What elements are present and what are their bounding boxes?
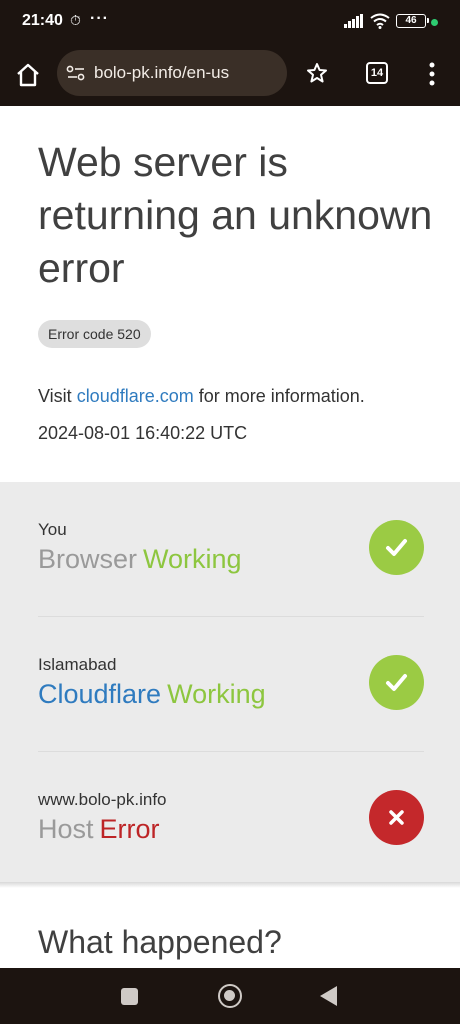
info-text: Visit cloudflare.com for more informatio… bbox=[38, 386, 365, 407]
row-title: Cloudflare Working bbox=[38, 679, 266, 710]
overflow-menu-icon[interactable] bbox=[425, 61, 439, 87]
row-status: Working bbox=[167, 679, 266, 709]
privacy-dot-icon bbox=[431, 19, 438, 26]
row-title: Host Error bbox=[38, 814, 160, 845]
tabs-icon[interactable]: 14 bbox=[366, 62, 388, 84]
status-bar: 21:40 ⏱ ··· 46 bbox=[0, 0, 460, 44]
signal-icon bbox=[344, 14, 363, 28]
info-suffix: for more information. bbox=[193, 386, 365, 406]
row-status: Working bbox=[143, 544, 242, 574]
timer-icon: ⏱ bbox=[70, 12, 81, 28]
system-nav-bar bbox=[0, 968, 460, 1024]
back-icon[interactable] bbox=[320, 986, 337, 1006]
home-icon[interactable] bbox=[14, 61, 42, 89]
cloudflare-link[interactable]: cloudflare.com bbox=[77, 386, 194, 406]
wifi-icon bbox=[370, 13, 390, 29]
row-location: www.bolo-pk.info bbox=[38, 790, 167, 809]
status-row-browser: You Browser Working bbox=[38, 482, 424, 617]
clock: 21:40 bbox=[22, 12, 63, 29]
address-bar[interactable]: bolo-pk.info/en-us bbox=[57, 50, 287, 96]
info-prefix: Visit bbox=[38, 386, 77, 406]
row-name: Cloudflare bbox=[38, 679, 162, 709]
page-title: Web server is returning an unknown error bbox=[38, 139, 433, 291]
status-row-cloudflare: Islamabad Cloudflare Working bbox=[38, 617, 424, 752]
row-location: You bbox=[38, 520, 67, 539]
browser-toolbar: bolo-pk.info/en-us 14 bbox=[0, 44, 460, 106]
url-text[interactable]: bolo-pk.info/en-us bbox=[94, 63, 229, 83]
section-heading: What happened? bbox=[38, 924, 282, 960]
battery-icon: 46 bbox=[396, 14, 429, 28]
status-row-host: www.bolo-pk.info Host Error bbox=[38, 752, 424, 887]
recent-apps-icon[interactable] bbox=[121, 988, 138, 1005]
panel-divider bbox=[0, 882, 460, 888]
error-x-icon bbox=[369, 790, 424, 845]
site-settings-icon[interactable] bbox=[66, 65, 86, 81]
more-notifications-icon: ··· bbox=[90, 10, 109, 27]
row-name: Browser bbox=[38, 544, 138, 574]
timestamp: 2024-08-01 16:40:22 UTC bbox=[38, 423, 248, 443]
row-title: Browser Working bbox=[38, 544, 242, 575]
error-code-badge: Error code 520 bbox=[38, 320, 151, 348]
status-panel: You Browser Working Islamabad Cloudflare W… bbox=[0, 482, 460, 886]
home-button-icon[interactable] bbox=[218, 984, 242, 1008]
star-icon[interactable] bbox=[305, 61, 329, 85]
row-location: Islamabad bbox=[38, 655, 117, 674]
row-name: Host bbox=[38, 814, 94, 844]
check-icon bbox=[369, 655, 424, 710]
web-page: Web server is returning an unknown error… bbox=[0, 106, 460, 968]
check-icon bbox=[369, 520, 424, 575]
row-status: Error bbox=[99, 814, 160, 844]
